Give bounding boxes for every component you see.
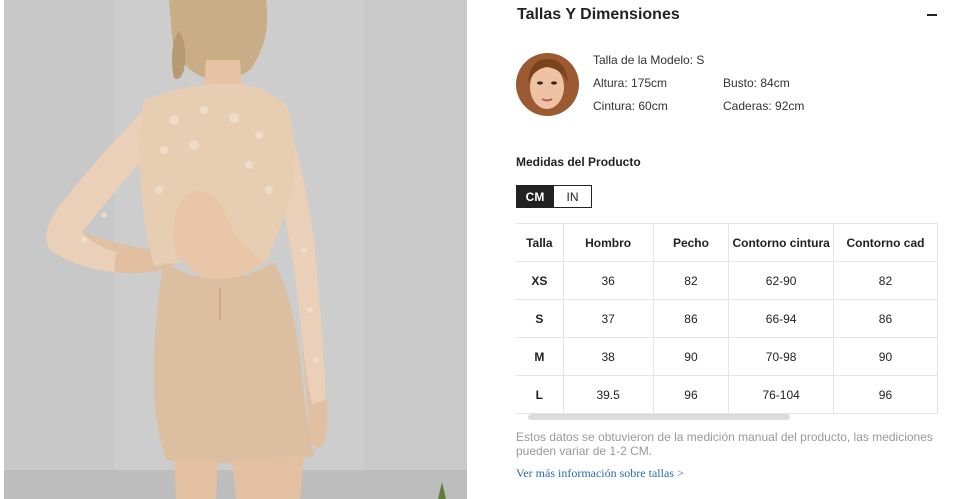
column-header: Hombro	[563, 223, 654, 262]
table-cell: 86	[653, 299, 730, 338]
size-cell: S	[516, 299, 564, 338]
unit-cm-button[interactable]: CM	[516, 185, 554, 208]
measurement-note: Estos datos se obtuvieron de la medición…	[516, 430, 933, 458]
product-measurements-title: Medidas del Producto	[516, 155, 641, 169]
unit-in-button[interactable]: IN	[554, 185, 592, 208]
model-waist: Cintura: 60cm	[593, 99, 668, 113]
table-cell: 62-90	[728, 261, 834, 300]
size-table-container[interactable]: Talla Hombro Pecho Contorno cintura Cont…	[516, 223, 938, 415]
model-bust: Busto: 84cm	[723, 76, 790, 90]
table-cell: 36	[563, 261, 654, 300]
minus-icon[interactable]	[927, 14, 937, 16]
size-cell: M	[516, 337, 564, 376]
more-size-info-link[interactable]: Ver más información sobre tallas >	[516, 466, 684, 481]
model-hips: Caderas: 92cm	[723, 99, 805, 113]
table-cell: 86	[833, 299, 938, 338]
table-header-row: Talla Hombro Pecho Contorno cintura Cont…	[516, 223, 938, 262]
section-title: Tallas Y Dimensiones	[517, 6, 680, 23]
table-cell: 76-104	[728, 375, 834, 414]
table-row: XS 36 82 62-90 82	[516, 261, 938, 300]
column-header: Contorno cintura	[728, 223, 834, 262]
model-info: Talla de la Modelo: S Altura: 175cm Bust…	[516, 53, 936, 119]
table-cell: 96	[833, 375, 938, 414]
model-avatar	[516, 53, 579, 116]
table-cell: 38	[563, 337, 654, 376]
table-cell: 90	[653, 337, 730, 376]
column-header: Pecho	[653, 223, 730, 262]
product-photo	[4, 0, 467, 499]
table-row: L 39.5 96 76-104 96	[516, 375, 938, 414]
size-section-header[interactable]: Tallas Y Dimensiones	[517, 6, 937, 28]
table-cell: 70-98	[728, 337, 834, 376]
size-panel: Tallas Y Dimensiones Talla de la Modelo:…	[516, 0, 954, 499]
table-cell: 82	[833, 261, 938, 300]
table-cell: 66-94	[728, 299, 834, 338]
size-table: Talla Hombro Pecho Contorno cintura Cont…	[516, 223, 938, 414]
table-cell: 39.5	[563, 375, 654, 414]
unit-toggle: CM IN	[516, 185, 592, 208]
column-header: Contorno cad	[833, 223, 938, 262]
model-size: Talla de la Modelo: S	[593, 53, 705, 67]
table-cell: 37	[563, 299, 654, 338]
column-header: Talla	[516, 223, 564, 262]
size-cell: XS	[516, 261, 564, 300]
size-cell: L	[516, 375, 564, 414]
model-height: Altura: 175cm	[593, 76, 668, 90]
table-cell: 96	[653, 375, 730, 414]
table-cell: 82	[653, 261, 730, 300]
table-row: M 38 90 70-98 90	[516, 337, 938, 376]
table-row: S 37 86 66-94 86	[516, 299, 938, 338]
table-cell: 90	[833, 337, 938, 376]
table-horizontal-scrollbar[interactable]	[528, 414, 790, 420]
